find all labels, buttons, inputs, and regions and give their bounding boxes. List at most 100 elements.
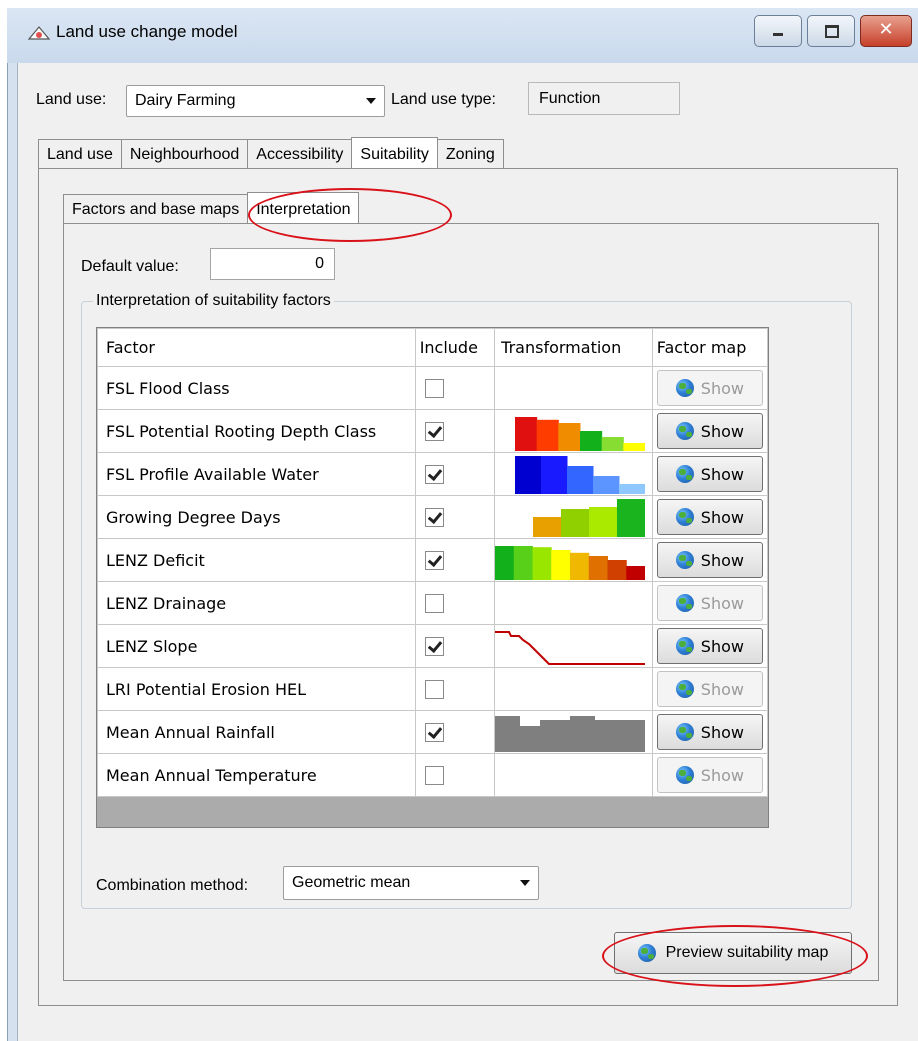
tab-factors-and-base-maps[interactable]: Factors and base maps	[63, 194, 249, 224]
factor-name: LRI Potential Erosion HEL	[97, 667, 416, 711]
show-factor-map-button[interactable]: Show	[656, 585, 763, 621]
factor-map-cell: Show	[651, 753, 769, 797]
factor-map-cell: Show	[651, 667, 769, 711]
transformation-bar	[536, 419, 560, 451]
globe-icon	[675, 766, 694, 784]
include-cell	[414, 452, 496, 496]
show-factor-map-button[interactable]: Show	[656, 370, 763, 406]
factor-name: FSL Profile Available Water	[97, 452, 416, 496]
header-include: Include	[414, 328, 496, 367]
factor-map-cell: Show	[651, 538, 769, 582]
factor-name: FSL Potential Rooting Depth Class	[97, 409, 416, 453]
transformation-bar	[626, 566, 646, 580]
show-factor-map-button[interactable]: Show	[656, 757, 763, 793]
maximize-icon	[825, 25, 839, 38]
include-checkbox[interactable]	[424, 551, 444, 570]
show-label: Show	[700, 722, 744, 742]
table-row: FSL Profile Available Water Show	[97, 452, 769, 496]
table-row: Mean Annual Temperature Show	[97, 753, 769, 797]
transformation-cell[interactable]	[494, 667, 653, 711]
show-label: Show	[700, 378, 744, 398]
include-cell	[414, 538, 496, 582]
tab-accessibility[interactable]: Accessibility	[247, 139, 353, 169]
transformation-cell[interactable]	[494, 409, 653, 453]
show-label: Show	[700, 550, 744, 570]
show-factor-map-button[interactable]: Show	[656, 456, 763, 492]
transformation-cell[interactable]	[494, 581, 653, 625]
transformation-cell[interactable]	[494, 710, 653, 754]
transformation-chart	[515, 417, 646, 451]
include-checkbox[interactable]	[424, 680, 444, 699]
land-use-dropdown[interactable]: Dairy Farming	[126, 85, 385, 117]
minimize-button[interactable]	[754, 15, 802, 47]
factor-map-cell: Show	[651, 624, 769, 668]
transformation-cell[interactable]	[494, 624, 653, 668]
tab-land-use[interactable]: Land use	[38, 139, 122, 169]
maximize-button[interactable]	[807, 15, 855, 47]
include-cell	[414, 710, 496, 754]
factor-map-cell: Show	[651, 366, 769, 410]
transformation-bar	[580, 431, 603, 451]
table-row: Mean Annual Rainfall Show	[97, 710, 769, 754]
transformation-bar	[515, 456, 542, 494]
transformation-bar	[588, 556, 609, 580]
close-button[interactable]: ✕	[860, 15, 912, 47]
globe-icon	[675, 637, 694, 655]
globe-icon	[675, 508, 694, 526]
include-cell	[414, 495, 496, 539]
transformation-cell[interactable]	[494, 495, 653, 539]
transformation-bar	[623, 443, 646, 451]
include-checkbox[interactable]	[424, 465, 444, 484]
show-factor-map-button[interactable]: Show	[656, 714, 763, 750]
show-factor-map-button[interactable]: Show	[656, 499, 763, 535]
include-checkbox[interactable]	[424, 723, 444, 742]
include-checkbox[interactable]	[424, 379, 444, 398]
app-icon	[28, 26, 50, 40]
transformation-bar	[513, 546, 534, 580]
show-label: Show	[700, 593, 744, 613]
include-checkbox[interactable]	[424, 508, 444, 527]
factor-map-cell: Show	[651, 581, 769, 625]
transformation-cell[interactable]	[494, 366, 653, 410]
tab-zoning[interactable]: Zoning	[436, 139, 504, 169]
factor-map-cell: Show	[651, 710, 769, 754]
globe-icon	[675, 422, 694, 440]
table-row: LENZ Drainage Show	[97, 581, 769, 625]
include-cell	[414, 366, 496, 410]
default-value-input[interactable]: 0	[210, 248, 335, 280]
tab-neighbourhood[interactable]: Neighbourhood	[120, 139, 249, 169]
highlight-ellipse-interpretation	[248, 188, 452, 242]
land-use-type-value: Function	[539, 90, 601, 107]
transformation-cell[interactable]	[494, 452, 653, 496]
show-factor-map-button[interactable]: Show	[656, 671, 763, 707]
header-factor-map: Factor map	[651, 328, 769, 367]
include-cell	[414, 409, 496, 453]
include-checkbox[interactable]	[424, 766, 444, 785]
transformation-cell[interactable]	[494, 538, 653, 582]
transformation-cell[interactable]	[494, 753, 653, 797]
close-icon: ✕	[878, 19, 894, 40]
include-checkbox[interactable]	[424, 637, 444, 656]
transformation-bar	[601, 437, 625, 451]
chevron-down-icon	[520, 880, 530, 886]
land-use-type-label: Land use type:	[391, 91, 496, 108]
globe-icon	[675, 465, 694, 483]
transformation-bar	[515, 417, 538, 451]
show-factor-map-button[interactable]: Show	[656, 413, 763, 449]
combination-method-dropdown[interactable]: Geometric mean	[283, 866, 539, 900]
transformation-bar	[619, 484, 646, 494]
factor-name: FSL Flood Class	[97, 366, 416, 410]
show-label: Show	[700, 464, 744, 484]
main-tab-strip: Land use Neighbourhood Accessibility Sui…	[38, 137, 504, 171]
include-checkbox[interactable]	[424, 422, 444, 441]
show-factor-map-button[interactable]: Show	[656, 628, 763, 664]
include-cell	[414, 667, 496, 711]
tab-suitability[interactable]: Suitability	[351, 137, 438, 169]
header-factor: Factor	[97, 328, 416, 367]
default-value-label: Default value:	[81, 258, 179, 275]
chevron-down-icon	[366, 98, 376, 104]
table-header-row: Factor Include Transformation Factor map	[97, 328, 769, 367]
show-factor-map-button[interactable]: Show	[656, 542, 763, 578]
default-value-text: 0	[315, 255, 324, 272]
include-checkbox[interactable]	[424, 594, 444, 613]
